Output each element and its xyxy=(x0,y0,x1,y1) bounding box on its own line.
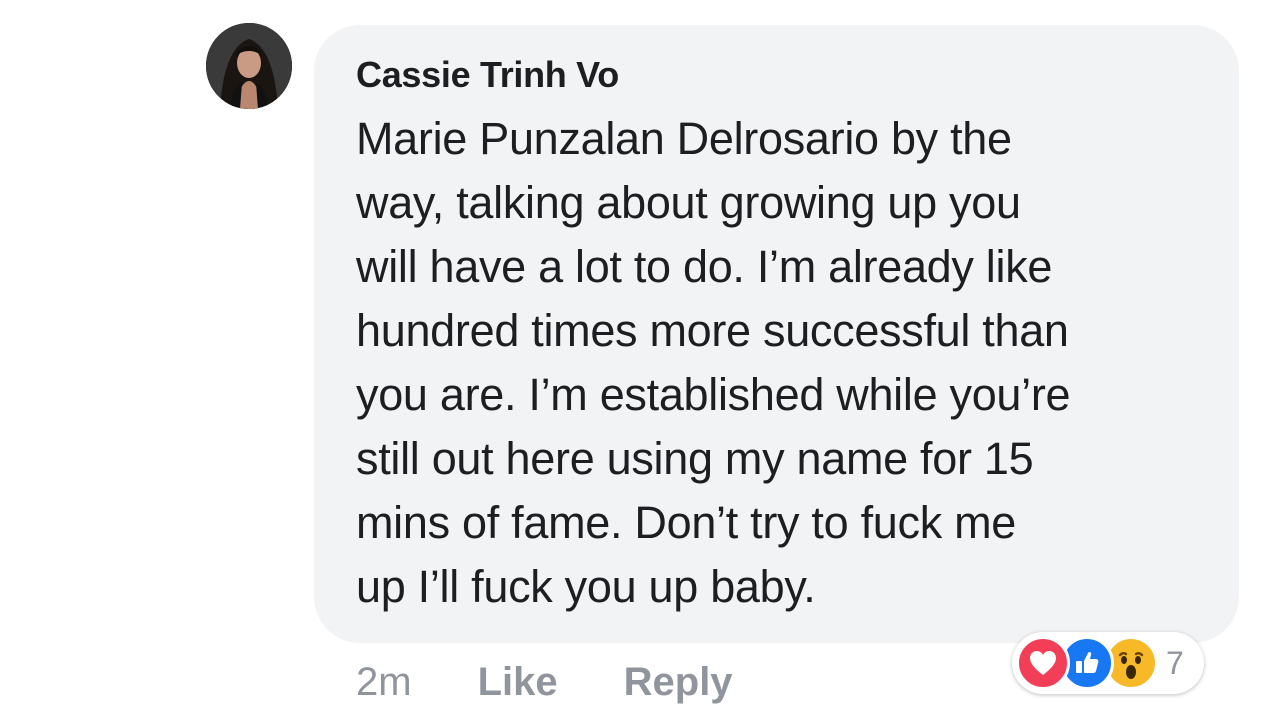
comment-line-4: hundred times more successful than xyxy=(356,305,1069,356)
mention-link[interactable]: Marie Punzalan Delrosario xyxy=(356,113,879,164)
avatar-photo-icon xyxy=(206,23,292,109)
like-button[interactable]: Like xyxy=(478,660,558,705)
comment-line-3: will have a lot to do. I’m already like xyxy=(356,241,1053,292)
love-icon xyxy=(1016,636,1070,690)
avatar[interactable] xyxy=(206,23,292,109)
comment-bubble: Cassie Trinh Vo Marie Punzalan Delrosari… xyxy=(314,25,1239,643)
comment-line-1-text: by the xyxy=(878,113,1012,164)
comment-line-6: still out here using my name for 15 xyxy=(356,433,1034,484)
author-name[interactable]: Cassie Trinh Vo xyxy=(356,51,1219,99)
reaction-count: 7 xyxy=(1166,644,1184,681)
comment-actions: 2m Like Reply xyxy=(356,654,733,710)
comment-line-2: way, talking about growing up you xyxy=(356,177,1021,228)
reply-button[interactable]: Reply xyxy=(624,660,733,705)
comment-thread: Cassie Trinh Vo Marie Punzalan Delrosari… xyxy=(0,0,1280,720)
comment-text: Marie Punzalan Delrosario by the way, ta… xyxy=(356,107,1219,619)
comment-line-5: you are. I’m established while you’re xyxy=(356,369,1071,420)
timestamp[interactable]: 2m xyxy=(356,660,412,705)
comment-line-7: mins of fame. Don’t try to fuck me xyxy=(356,497,1017,548)
comment-line-1: Marie Punzalan Delrosario by the xyxy=(356,107,1219,171)
comment-line-8: up I’ll fuck you up baby. xyxy=(356,561,816,612)
reactions-summary[interactable]: 7 xyxy=(1012,632,1204,694)
